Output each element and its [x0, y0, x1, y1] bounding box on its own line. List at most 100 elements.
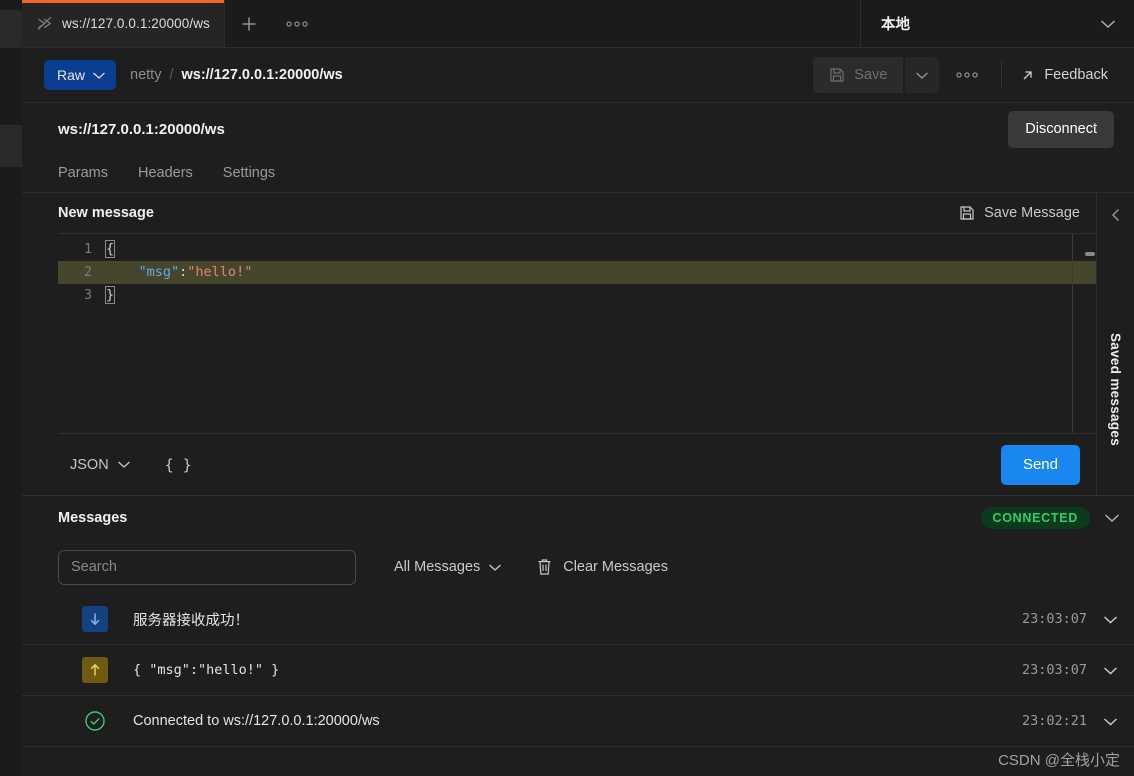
save-message-label: Save Message — [984, 205, 1080, 221]
message-text: { "msg":"hello!" } — [133, 662, 280, 678]
messages-title: Messages — [58, 510, 128, 526]
message-timestamp: 23:03:07 — [1021, 662, 1087, 678]
code-editor[interactable]: 1 { 2 "msg":"hello!" 3 } — [58, 233, 1096, 433]
status-badge: CONNECTED — [980, 507, 1090, 529]
request-url: ws://127.0.0.1:20000/ws — [58, 120, 225, 138]
save-disk-icon — [829, 67, 845, 83]
editor-footer: JSON { } Send — [58, 433, 1096, 495]
request-header: ws://127.0.0.1:20000/ws Disconnect — [22, 103, 1134, 155]
chevron-down-icon — [1104, 666, 1117, 674]
format-label: JSON — [70, 456, 109, 473]
environment-selector[interactable]: 本地 — [860, 0, 1134, 47]
breadcrumb-workspace[interactable]: netty — [130, 67, 161, 83]
line-number: 2 — [84, 265, 92, 280]
messages-toolbar: All Messages Clear Messages — [22, 540, 1134, 594]
line-number: 1 — [84, 242, 92, 257]
left-rail — [0, 0, 22, 776]
message-expand-button[interactable] — [1103, 615, 1118, 624]
json-close-brace: } — [104, 286, 116, 304]
chevron-down-icon — [117, 460, 131, 469]
raw-mode-button[interactable]: Raw — [44, 60, 117, 90]
message-filter-dropdown[interactable]: All Messages — [394, 559, 502, 575]
trash-icon — [536, 558, 553, 576]
breadcrumb-current: ws://127.0.0.1:20000/ws — [181, 67, 343, 83]
messages-header: Messages CONNECTED — [22, 496, 1134, 540]
message-text: 服务器接收成功！ — [133, 612, 249, 629]
tabs-more-button[interactable] — [273, 0, 321, 47]
chevron-down-icon — [1104, 615, 1117, 623]
feedback-button[interactable]: Feedback — [1008, 67, 1120, 83]
messages-panel: Messages CONNECTED All Messages — [22, 495, 1134, 776]
beautify-button[interactable]: { } — [165, 456, 192, 474]
clear-messages-label: Clear Messages — [563, 559, 668, 575]
message-expand-button[interactable] — [1103, 717, 1118, 726]
code-content: 1 { 2 "msg":"hello!" 3 } — [58, 234, 1096, 307]
breadcrumb: netty / ws://127.0.0.1:20000/ws — [130, 67, 343, 83]
raw-mode-label: Raw — [57, 67, 86, 83]
line-number: 3 — [84, 288, 92, 303]
feedback-label: Feedback — [1044, 67, 1108, 83]
action-bar-right: Save Feedback — [813, 57, 1120, 93]
tab-params[interactable]: Params — [58, 165, 108, 183]
message-filter-label: All Messages — [394, 559, 481, 575]
breadcrumb-separator: / — [169, 67, 174, 83]
code-line: 1 { — [58, 238, 1096, 261]
send-button[interactable]: Send — [1000, 444, 1080, 485]
json-string-value: "hello!" — [187, 264, 253, 280]
chevron-down-icon — [1104, 717, 1117, 725]
arrow-up-icon — [82, 657, 108, 683]
disconnect-button[interactable]: Disconnect — [1008, 110, 1114, 148]
action-bar: Raw netty / ws://127.0.0.1:20000/ws Save… — [22, 48, 1134, 103]
message-expand-button[interactable] — [1103, 666, 1118, 675]
chevron-down-icon — [92, 71, 106, 80]
new-message-header: New message Save Message — [22, 193, 1096, 233]
save-button[interactable]: Save — [813, 57, 904, 93]
editor-scrollbar[interactable] — [1085, 252, 1095, 256]
tab-headers[interactable]: Headers — [138, 165, 193, 183]
message-timestamp: 23:02:21 — [1021, 713, 1087, 729]
save-message-button[interactable]: Save Message — [959, 205, 1080, 221]
code-line: 3 } — [58, 284, 1096, 307]
search-input[interactable] — [58, 549, 356, 585]
message-text: Connected to ws://127.0.0.1:20000/ws — [133, 713, 380, 729]
table-row[interactable]: 服务器接收成功！ 23:03:07 — [22, 594, 1134, 645]
clear-messages-button[interactable]: Clear Messages — [536, 558, 668, 576]
new-tab-button[interactable] — [225, 0, 273, 47]
websocket-icon — [36, 15, 53, 32]
table-row[interactable]: { "msg":"hello!" } 23:03:07 — [22, 645, 1134, 696]
tab-settings[interactable]: Settings — [223, 165, 275, 183]
json-key: "msg" — [138, 264, 180, 280]
messages-collapse-button[interactable] — [1104, 513, 1120, 523]
request-more-button[interactable] — [939, 57, 995, 93]
left-rail-item-2[interactable] — [0, 125, 22, 167]
editor-vertical-rule — [1072, 234, 1073, 433]
divider — [1001, 61, 1003, 89]
main-wrapper: ws://127.0.0.1:20000/ws 本地 Raw netty / w… — [22, 0, 1134, 776]
chevron-down-icon — [488, 563, 502, 572]
chevron-down-icon — [1105, 514, 1119, 522]
messages-list: 服务器接收成功！ 23:03:07 { "msg":"hello!" } 23:… — [22, 594, 1134, 776]
new-message-title: New message — [58, 205, 154, 221]
save-label: Save — [854, 67, 888, 83]
tab-websocket-request[interactable]: ws://127.0.0.1:20000/ws — [22, 0, 225, 47]
chevron-down-icon — [916, 72, 929, 79]
json-open-brace: { — [104, 240, 116, 258]
tab-strip: ws://127.0.0.1:20000/ws 本地 — [22, 0, 1134, 48]
save-disk-icon — [959, 205, 975, 221]
check-circle-icon — [82, 708, 108, 734]
saved-messages-label[interactable]: Saved messages — [1108, 333, 1123, 446]
format-selector[interactable]: JSON — [70, 457, 131, 473]
code-line-highlighted: 2 "msg":"hello!" — [58, 261, 1096, 284]
save-options-button[interactable] — [905, 57, 940, 93]
chevron-down-icon — [1100, 19, 1116, 29]
save-group: Save — [813, 57, 940, 93]
table-row[interactable]: Connected to ws://127.0.0.1:20000/ws 23:… — [22, 696, 1134, 747]
message-timestamp: 23:03:07 — [1021, 611, 1087, 627]
arrow-down-icon — [82, 606, 108, 632]
left-rail-item-1[interactable] — [0, 10, 22, 48]
chevron-left-icon[interactable] — [1109, 207, 1123, 223]
external-link-icon — [1020, 68, 1035, 83]
saved-messages-rail: Saved messages — [1096, 193, 1134, 495]
message-editor-area: New message Save Message 1 {2 "msg":"he… — [22, 193, 1134, 495]
